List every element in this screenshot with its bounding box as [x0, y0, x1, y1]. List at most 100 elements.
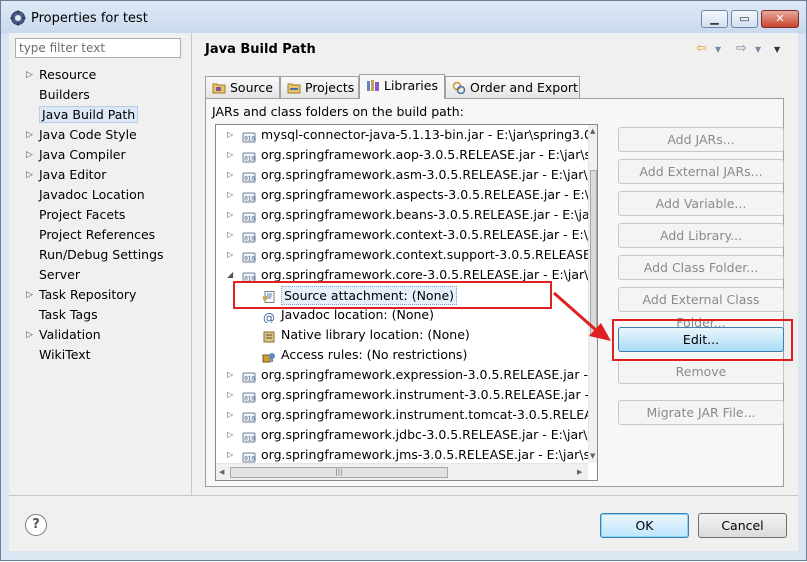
- expand-arrow-icon[interactable]: ▷: [26, 145, 33, 165]
- library-jar-row[interactable]: ▷ 010 org.springframework.asm-3.0.5.RELEAS…: [216, 165, 588, 185]
- svg-text:010: 010: [244, 456, 255, 463]
- vertical-scrollbar[interactable]: ▲ ▼: [588, 125, 597, 463]
- native-icon: [262, 329, 276, 343]
- svg-text:010: 010: [244, 176, 255, 183]
- nav-item[interactable]: ▷ Java Code Style: [13, 125, 191, 145]
- maximize-button[interactable]: ▭: [731, 10, 758, 28]
- library-jar-row[interactable]: ▷ 010 org.springframework.instrument.tomca…: [216, 405, 588, 425]
- library-jar-row[interactable]: ▷ 010 org.springframework.beans-3.0.5.RELE…: [216, 205, 588, 225]
- expand-arrow-icon[interactable]: ▷: [227, 365, 233, 385]
- nav-item[interactable]: Run/Debug Settings: [13, 245, 191, 265]
- scroll-left-icon[interactable]: ◀: [219, 468, 224, 476]
- expand-arrow-icon[interactable]: ▷: [26, 325, 33, 345]
- nav-item[interactable]: ▷ Resource: [13, 65, 191, 85]
- scroll-right-icon[interactable]: ▶: [577, 468, 582, 476]
- expand-arrow-icon[interactable]: ▷: [26, 285, 33, 305]
- nav-item[interactable]: Project Facets: [13, 205, 191, 225]
- tab-order-and-export[interactable]: Order and Export: [445, 76, 580, 98]
- expand-arrow-icon[interactable]: ▷: [227, 385, 233, 405]
- expand-arrow-icon[interactable]: ▷: [227, 225, 233, 245]
- library-action-button[interactable]: Add Variable...: [618, 191, 784, 216]
- library-action-button[interactable]: Migrate JAR File...: [618, 400, 784, 425]
- expand-arrow-icon[interactable]: ▷: [227, 245, 233, 265]
- expand-arrow-icon[interactable]: ▷: [26, 65, 33, 85]
- library-jar-row[interactable]: ▷ 010 org.springframework.jdbc-3.0.5.RELEA…: [216, 425, 588, 445]
- library-jar-row[interactable]: ▷ 010 org.springframework.aop-3.0.5.RELEAS…: [216, 145, 588, 165]
- expand-arrow-icon[interactable]: ▷: [227, 205, 233, 225]
- library-jar-row[interactable]: ▷ 010 org.springframework.context-3.0.5.RE…: [216, 225, 588, 245]
- library-action-button[interactable]: Remove: [618, 359, 784, 384]
- svg-text:010: 010: [244, 436, 255, 443]
- jar-icon: 010: [242, 389, 256, 403]
- nav-item[interactable]: ▷ Validation: [13, 325, 191, 345]
- expand-arrow-icon[interactable]: ▷: [26, 125, 33, 145]
- back-arrow-icon[interactable]: ⇦: [696, 41, 707, 56]
- forward-arrow-icon[interactable]: ⇨: [736, 41, 747, 56]
- tab-order-and-export-label: Order and Export: [470, 80, 578, 95]
- nav-item[interactable]: Java Build Path: [13, 105, 191, 125]
- scroll-up-icon[interactable]: ▲: [590, 127, 595, 135]
- library-action-button[interactable]: Add JARs...: [618, 127, 784, 152]
- library-action-button[interactable]: Add Library...: [618, 223, 784, 248]
- library-row-label: org.springframework.aspects-3.0.5.RELEAS…: [261, 187, 588, 202]
- jar-icon: 010: [242, 149, 256, 163]
- order-export-icon: [452, 81, 466, 94]
- horizontal-scroll-thumb[interactable]: |||: [230, 467, 448, 478]
- expand-arrow-icon[interactable]: ▷: [227, 165, 233, 185]
- library-action-button[interactable]: Add External Class Folder...: [618, 287, 784, 330]
- nav-item-label: Javadoc Location: [39, 187, 145, 202]
- library-row-label: org.springframework.context.support-3.0.…: [261, 247, 588, 262]
- library-jar-row[interactable]: ▷ 010 org.springframework.expression-3.0.5…: [216, 365, 588, 385]
- nav-item[interactable]: Project References: [13, 225, 191, 245]
- expand-arrow-icon[interactable]: ▷: [227, 145, 233, 165]
- library-jar-row[interactable]: ▷ 010 org.springframework.aspects-3.0.5.RE…: [216, 185, 588, 205]
- nav-item[interactable]: ▷ Task Repository: [13, 285, 191, 305]
- expand-arrow-icon[interactable]: ▷: [227, 405, 233, 425]
- library-jar-row[interactable]: ▷ 010 org.springframework.context.support-…: [216, 245, 588, 265]
- nav-item[interactable]: WikiText: [13, 345, 191, 365]
- library-row-label: mysql-connector-java-5.1.13-bin.jar - E:…: [261, 127, 588, 142]
- back-dropdown-icon[interactable]: ▼: [715, 45, 721, 54]
- close-window-button[interactable]: ✕: [761, 10, 799, 28]
- horizontal-scrollbar[interactable]: ◀ ||| ▶: [216, 463, 588, 480]
- library-jar-row[interactable]: ▷ 010 org.springframework.jms-3.0.5.RELEAS…: [216, 445, 588, 465]
- library-jar-row[interactable]: ▷ 010 org.springframework.instrument-3.0.5…: [216, 385, 588, 405]
- nav-item[interactable]: Task Tags: [13, 305, 191, 325]
- svg-text:010: 010: [244, 256, 255, 263]
- expand-arrow-icon[interactable]: ▷: [227, 125, 233, 145]
- nav-item-label: Task Tags: [39, 307, 98, 322]
- title-bar[interactable]: Properties for test ▁ ▭ ✕: [1, 1, 806, 34]
- tab-source[interactable]: Source: [205, 76, 280, 98]
- expand-arrow-icon[interactable]: ▷: [26, 165, 33, 185]
- library-action-button[interactable]: Add Class Folder...: [618, 255, 784, 280]
- nav-item[interactable]: ▷ Java Compiler: [13, 145, 191, 165]
- view-menu-icon[interactable]: ▼: [774, 45, 780, 54]
- nav-item[interactable]: ▷ Java Editor: [13, 165, 191, 185]
- ok-button[interactable]: OK: [600, 513, 689, 538]
- tab-projects[interactable]: Projects: [280, 76, 359, 98]
- cancel-button[interactable]: Cancel: [698, 513, 787, 538]
- library-row-label: org.springframework.jms-3.0.5.RELEASE.ja…: [261, 447, 588, 462]
- library-jar-row[interactable]: ▷ 010 mysql-connector-java-5.1.13-bin.jar …: [216, 125, 588, 145]
- nav-item-label: Run/Debug Settings: [39, 247, 164, 262]
- help-icon[interactable]: ?: [25, 514, 47, 536]
- tab-libraries[interactable]: Libraries: [359, 74, 445, 99]
- nav-item[interactable]: Builders: [13, 85, 191, 105]
- nav-item[interactable]: Server: [13, 265, 191, 285]
- expand-arrow-icon[interactable]: ▷: [227, 185, 233, 205]
- library-attribute-row[interactable]: Native library location: (None): [216, 325, 588, 345]
- expand-arrow-icon[interactable]: ▷: [227, 425, 233, 445]
- library-action-button[interactable]: Add External JARs...: [618, 159, 784, 184]
- vertical-scroll-thumb[interactable]: [590, 170, 597, 335]
- source-folder-icon: [212, 83, 226, 94]
- svg-text:010: 010: [244, 196, 255, 203]
- forward-dropdown-icon[interactable]: ▼: [755, 45, 761, 54]
- minimize-button[interactable]: ▁: [701, 10, 728, 28]
- svg-text:@: @: [263, 311, 275, 323]
- filter-input[interactable]: [15, 38, 181, 58]
- library-attribute-row[interactable]: Access rules: (No restrictions): [216, 345, 588, 365]
- nav-item[interactable]: Javadoc Location: [13, 185, 191, 205]
- scroll-down-icon[interactable]: ▼: [590, 452, 595, 460]
- expand-arrow-icon[interactable]: ▷: [227, 445, 233, 465]
- access-icon: [262, 349, 276, 363]
